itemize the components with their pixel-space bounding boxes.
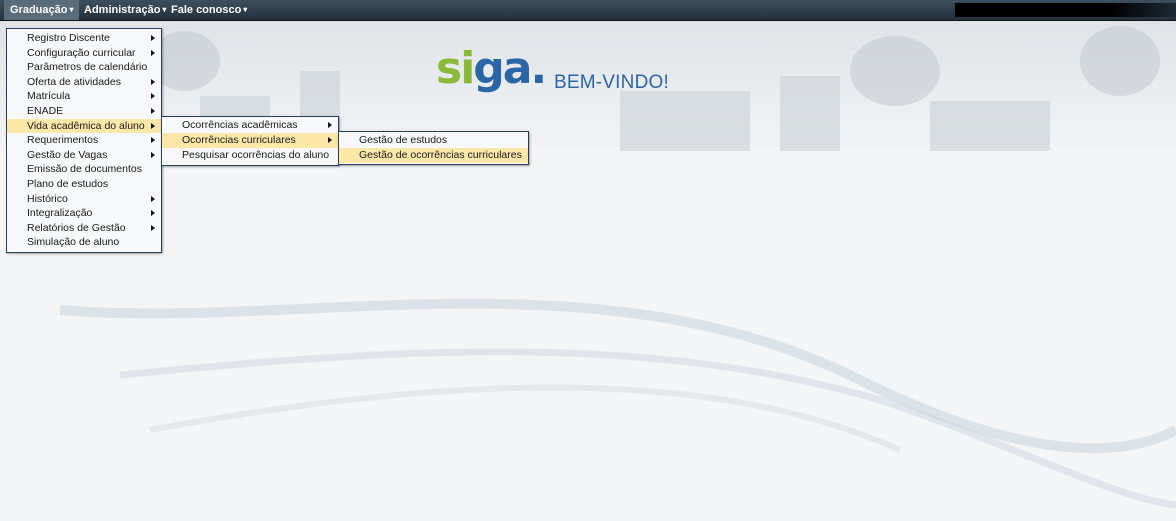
menu-item-label: Integralização [27, 207, 93, 220]
menu-item-historico[interactable]: Histórico [7, 192, 161, 207]
welcome-heading: BEM-VINDO! [554, 72, 669, 93]
search-input[interactable] [955, 3, 1176, 17]
submenu-arrow-icon [151, 151, 155, 158]
menu-item-emissao-documentos[interactable]: Emissão de documentos [7, 162, 161, 177]
menu-graduacao-label: Graduação [10, 4, 68, 16]
menu-item-label: Requerimentos [27, 134, 99, 147]
submenu-arrow-icon [328, 137, 332, 143]
menu-item-integralizacao[interactable]: Integralização [7, 206, 161, 221]
submenu-arrow-icon [151, 107, 155, 114]
submenu-arrow-icon [151, 78, 155, 85]
menu-item-label: Gestão de Vagas [27, 148, 108, 161]
menu-item-ocorrencias-academicas[interactable]: Ocorrências acadêmicas [162, 118, 338, 133]
menu-item-requerimentos[interactable]: Requerimentos [7, 133, 161, 148]
menu-item-enade[interactable]: ENADE [7, 104, 161, 119]
menu-item-label: Matrícula [27, 90, 71, 103]
submenu-arrow-icon [151, 49, 155, 56]
menu-item-simulacao-aluno[interactable]: Simulação de aluno [7, 235, 161, 250]
chevron-down-icon: ▾ [69, 5, 74, 14]
submenu-arrow-icon [151, 137, 155, 144]
submenu-arrow-icon [151, 210, 155, 217]
menu-item-label: Ocorrências acadêmicas [182, 119, 298, 131]
chevron-down-icon: ▾ [243, 5, 248, 14]
siga-logo: siga. [436, 47, 547, 91]
submenu-arrow-icon [151, 35, 155, 41]
menu-item-label: Emissão de documentos [27, 163, 142, 176]
submenu-arrow-icon [151, 93, 155, 100]
menu-item-parametros-calendario[interactable]: Parâmetros de calendário [7, 60, 161, 75]
top-menubar: Graduação ▾ Administração ▾ Fale conosco ▾ [0, 0, 1176, 21]
menu-item-ocorrencias-curriculares[interactable]: Ocorrências curriculares [162, 133, 338, 148]
menu-item-label: Gestão de ocorrências curriculares [359, 149, 522, 161]
menu-item-label: ENADE [27, 104, 64, 117]
menu-item-plano-estudos[interactable]: Plano de estudos [7, 177, 161, 192]
menu-item-vida-academica[interactable]: Vida acadêmica do aluno [7, 118, 161, 134]
menu-item-label: Parâmetros de calendário [27, 61, 148, 74]
submenu-arrow-icon [151, 195, 155, 202]
menu-item-label: Relatórios de Gestão [27, 221, 126, 234]
menu-item-pesquisar-ocorrencias[interactable]: Pesquisar ocorrências do aluno [162, 148, 338, 163]
menu-item-registro-discente[interactable]: Registro Discente [7, 31, 161, 46]
menu-item-label: Simulação de aluno [27, 236, 120, 249]
submenu-arrow-icon [151, 122, 155, 129]
submenu-arrow-icon [328, 122, 332, 128]
menu-graduacao[interactable]: Graduação ▾ [4, 0, 80, 20]
vida-academica-submenu: Ocorrências acadêmicas Ocorrências curri… [161, 116, 339, 166]
menu-administracao-label: Administração [84, 4, 161, 16]
menu-fale-conosco-label: Fale conosco [171, 4, 242, 16]
menu-item-label: Gestão de estudos [359, 134, 448, 146]
menu-item-gestao-estudos[interactable]: Gestão de estudos [339, 133, 528, 148]
menu-item-label: Ocorrências curriculares [182, 134, 296, 146]
menu-fale-conosco[interactable]: Fale conosco ▾ [165, 0, 253, 20]
menu-item-label: Histórico [27, 192, 68, 205]
menu-item-label: Registro Discente [27, 32, 110, 44]
submenu-arrow-icon [151, 224, 155, 231]
menu-item-label: Vida acadêmica do aluno [27, 119, 145, 132]
logo-part-ga: ga [473, 43, 532, 94]
menu-item-label: Plano de estudos [27, 177, 109, 190]
ocorrencias-curriculares-submenu: Gestão de estudos Gestão de ocorrências … [338, 131, 529, 165]
menu-item-label: Pesquisar ocorrências do aluno [182, 149, 330, 161]
menu-item-label: Oferta de atividades [27, 75, 121, 88]
menu-item-relatorios-gestao[interactable]: Relatórios de Gestão [7, 221, 161, 236]
menu-administracao[interactable]: Administração ▾ [78, 0, 172, 20]
menu-item-configuracao-curricular[interactable]: Configuração curricular [7, 46, 161, 61]
menu-item-matricula[interactable]: Matrícula [7, 89, 161, 104]
graduacao-dropdown: Registro Discente Configuração curricula… [6, 28, 162, 253]
logo-part-si: si [436, 43, 475, 94]
menu-item-gestao-ocorrencias-curriculares[interactable]: Gestão de ocorrências curriculares [339, 148, 528, 163]
menu-item-gestao-vagas[interactable]: Gestão de Vagas [7, 148, 161, 163]
logo-dot: . [530, 43, 547, 94]
menu-item-oferta-atividades[interactable]: Oferta de atividades [7, 75, 161, 90]
menu-item-label: Configuração curricular [27, 46, 136, 59]
